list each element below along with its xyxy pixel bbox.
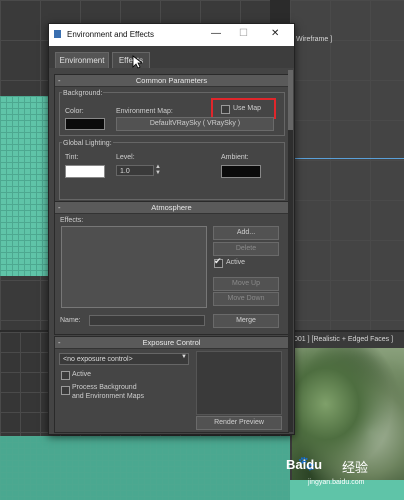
atmosphere-panel: - Atmosphere Effects: Add... Delete ✔ Ac… xyxy=(54,201,289,335)
atmosphere-active-label: Active xyxy=(226,259,246,266)
scrollbar-thumb[interactable] xyxy=(288,70,293,130)
exposure-control-panel: - Exposure Control <no exposure control>… xyxy=(54,336,289,433)
tint-color-swatch[interactable] xyxy=(65,165,105,178)
app-icon xyxy=(54,30,61,38)
exposure-control-title: Exposure Control xyxy=(142,338,201,347)
exposure-control-dropdown[interactable]: <no exposure control> xyxy=(59,353,189,365)
ambient-label: Ambient: xyxy=(221,154,249,161)
environment-effects-window: Environment and Effects — ☐ ✕ Environmen… xyxy=(48,23,295,435)
level-label: Level: xyxy=(116,154,135,161)
exposure-active-label: Active xyxy=(72,371,92,378)
background-color-swatch[interactable] xyxy=(65,118,105,130)
window-scrollbar[interactable] xyxy=(288,70,293,432)
process-background-label-2: and Environment Maps xyxy=(72,393,144,400)
atmosphere-header[interactable]: - Atmosphere xyxy=(55,202,288,214)
viewport-top-right[interactable] xyxy=(290,0,404,330)
chevron-down-icon[interactable]: ▼ xyxy=(181,354,187,360)
exposure-preview-area xyxy=(196,351,282,415)
exposure-active-checkbox[interactable] xyxy=(61,371,70,380)
use-map-highlight xyxy=(211,98,276,119)
collapse-icon: - xyxy=(58,76,61,85)
render-preview-button[interactable]: Render Preview xyxy=(196,416,282,430)
exposure-control-header[interactable]: - Exposure Control xyxy=(55,337,288,349)
environment-map-label: Environment Map: xyxy=(116,108,173,115)
common-parameters-title: Common Parameters xyxy=(135,76,208,85)
maximize-button[interactable]: ☐ xyxy=(239,28,248,40)
minimize-button[interactable]: — xyxy=(211,28,221,40)
process-background-label-1: Process Background xyxy=(72,384,137,391)
delete-effect-button[interactable]: Delete xyxy=(213,242,279,256)
merge-button[interactable]: Merge xyxy=(213,314,279,328)
close-button[interactable]: ✕ xyxy=(271,28,279,40)
viewport-blue-line xyxy=(292,158,404,159)
tab-effects[interactable]: Effects xyxy=(112,52,150,68)
tab-environment[interactable]: Environment xyxy=(55,52,109,68)
atmosphere-title: Atmosphere xyxy=(151,203,192,212)
watermark-word: 经验 xyxy=(342,460,369,475)
title-bar[interactable]: Environment and Effects — ☐ ✕ xyxy=(49,24,294,46)
move-down-button[interactable]: Move Down xyxy=(213,292,279,306)
viewport-top-right-label: Wireframe ] xyxy=(296,36,333,43)
effects-label: Effects: xyxy=(60,217,84,224)
add-effect-button[interactable]: Add... xyxy=(213,226,279,240)
tab-bar: Environment Effects xyxy=(49,46,294,69)
common-parameters-header[interactable]: - Common Parameters xyxy=(55,75,288,87)
mouse-cursor-icon xyxy=(132,55,142,69)
background-group-label: Background: xyxy=(62,90,104,97)
process-background-checkbox[interactable] xyxy=(61,386,70,395)
viewport-bottom-teal xyxy=(0,436,290,500)
move-up-button[interactable]: Move Up xyxy=(213,277,279,291)
baidu-watermark: 🐾 Baidu 经验 jingyan.baidu.com xyxy=(286,455,401,500)
name-label: Name: xyxy=(60,317,81,324)
effects-list[interactable] xyxy=(61,226,207,308)
color-label: Color: xyxy=(65,108,84,115)
watermark-url: jingyan.baidu.com xyxy=(308,479,365,486)
collapse-icon: - xyxy=(58,338,61,347)
level-spinner-arrows-icon[interactable]: ▲ ▼ xyxy=(155,164,161,176)
common-parameters-panel: - Common Parameters Background: Color: E… xyxy=(54,74,289,202)
global-lighting-label: Global Lighting: xyxy=(62,140,113,147)
checkmark-icon: ✔ xyxy=(214,256,222,266)
window-title: Environment and Effects xyxy=(67,30,155,39)
viewport-bottom-right-label: 001 ] [Realistic + Edged Faces ] xyxy=(294,336,394,343)
collapse-icon: - xyxy=(58,203,61,212)
name-field[interactable] xyxy=(89,315,205,326)
ambient-color-swatch[interactable] xyxy=(221,165,261,178)
tint-label: Tint: xyxy=(65,154,79,161)
viewport-teal-object xyxy=(0,96,48,276)
environment-map-button[interactable]: DefaultVRaySky ( VRaySky ) xyxy=(116,117,274,131)
level-spinner[interactable]: 1.0 xyxy=(116,165,154,176)
watermark-brand: Baidu xyxy=(286,457,323,472)
